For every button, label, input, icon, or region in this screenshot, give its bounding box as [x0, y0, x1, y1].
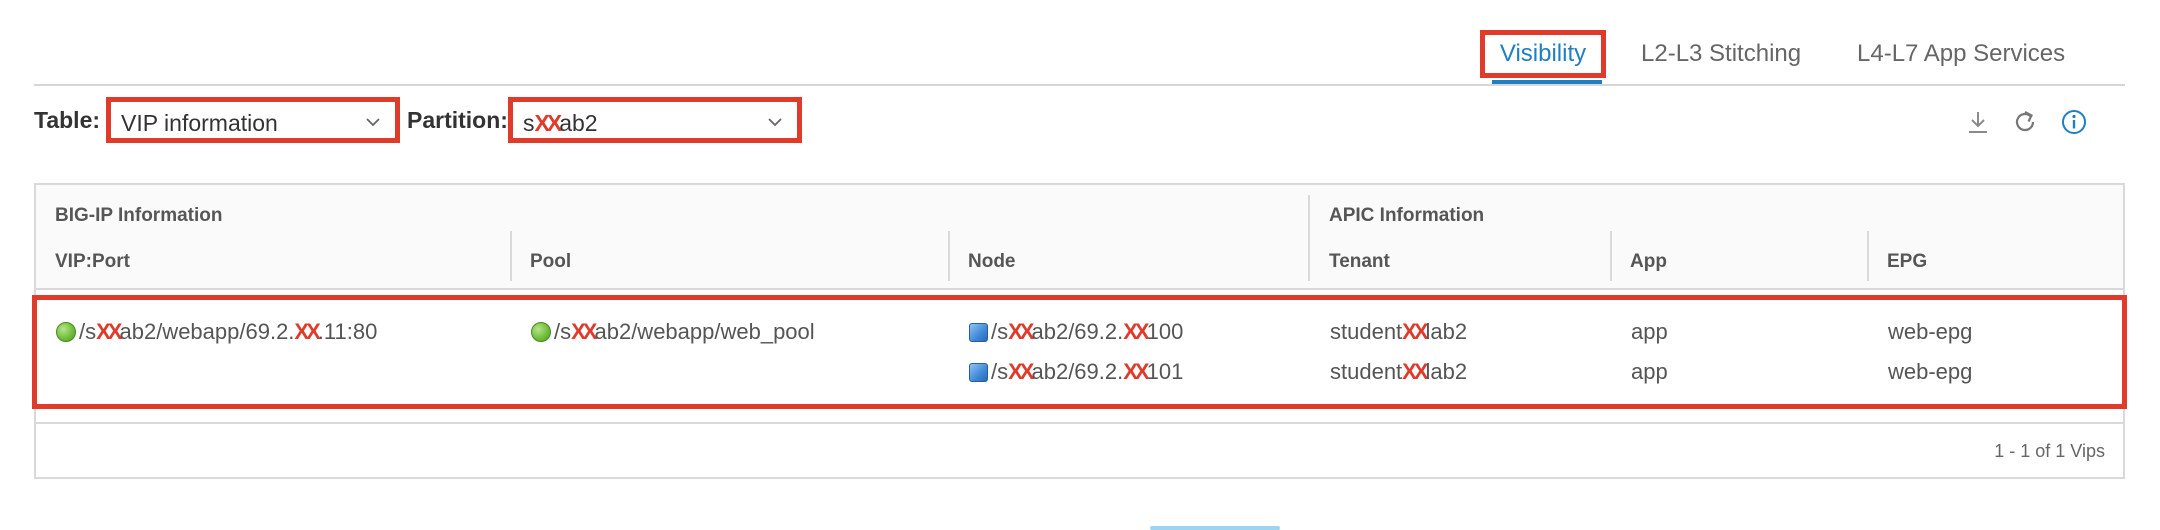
page: Visibility L2-L3 Stitching L4-L7 App Ser… [0, 0, 2160, 530]
column-header-pool[interactable]: Pool [530, 251, 571, 273]
vip-table: BIG-IP Information APIC Information VIP:… [32, 183, 2127, 479]
column-header-epg[interactable]: EPG [1887, 251, 1927, 273]
redaction-mark: XX [1008, 319, 1034, 344]
column-header-node[interactable]: Node [968, 251, 1016, 273]
app-cell: app [1631, 319, 1668, 344]
table-select[interactable]: VIP information [106, 97, 400, 143]
column-header-tenant[interactable]: Tenant [1329, 251, 1390, 273]
refresh-icon[interactable] [2011, 108, 2039, 136]
text-part: student [1330, 319, 1403, 344]
text-part: ab2/webapp/web_pool [594, 319, 815, 344]
status-available-icon [531, 322, 551, 342]
redaction-mark: XX [1402, 319, 1428, 344]
text-part: ab2 [559, 110, 598, 136]
text-part: ab2/webapp/69.2. [119, 319, 295, 344]
chevron-down-icon [366, 118, 380, 127]
column-resize-handle[interactable] [948, 231, 950, 281]
app-cell: app [1631, 359, 1668, 384]
table-label: Table: [34, 107, 101, 133]
pagination-summary: 1 - 1 of 1 Vips [1994, 441, 2105, 461]
table-select-value: VIP information [121, 110, 278, 136]
table-row[interactable]: /s XX ab2/webapp/69.2. XX .11:80 /s XX ab2/web… [32, 295, 2127, 409]
group-header-big-ip: BIG-IP Information [55, 205, 223, 226]
text-part: /s [991, 319, 1009, 344]
footer-divider [36, 422, 2123, 424]
text-part: lab2 [1425, 319, 1468, 344]
node-icon [969, 362, 988, 382]
vip-cell: /s XX ab2/webapp/69.2. XX .11:80 [56, 319, 377, 345]
text-part: /s [991, 359, 1009, 384]
pool-cell: /s XX ab2/webapp/web_pool [531, 319, 815, 345]
node-cell: /s XX ab2/69.2. XX 101 [969, 359, 1183, 385]
tab-visibility[interactable]: Visibility [1480, 30, 1606, 78]
tab-divider [34, 84, 2125, 86]
redaction-mark: XX [534, 110, 563, 136]
partition-select[interactable]: sXXab2 [508, 97, 802, 143]
redaction-mark: XX [96, 319, 122, 344]
chevron-down-icon [768, 118, 782, 127]
node-cell: /s XX ab2/69.2. XX 100 [969, 319, 1183, 345]
epg-cell: web-epg [1888, 319, 1973, 344]
bottom-indicator [1150, 526, 1280, 530]
column-header-vip-port[interactable]: VIP:Port [55, 251, 130, 273]
partition-label: Partition: [407, 107, 508, 133]
table-header: BIG-IP Information APIC Information VIP:… [36, 185, 2123, 290]
column-resize-handle[interactable] [1867, 231, 1869, 281]
column-resize-handle[interactable] [510, 231, 512, 281]
text-part: student [1330, 359, 1403, 384]
text-part: 101 [1146, 359, 1184, 384]
info-icon[interactable] [2060, 108, 2088, 136]
tab-l2-l3-stitching[interactable]: L2-L3 Stitching [1641, 30, 1801, 68]
column-header-app[interactable]: App [1630, 251, 1667, 273]
text-part: /s [554, 319, 572, 344]
text-part: 100 [1146, 319, 1184, 344]
download-icon[interactable] [1964, 108, 1992, 136]
text-part: s [523, 110, 535, 136]
text-part: ab2/69.2. [1031, 359, 1124, 384]
redaction-mark: XX [1402, 359, 1428, 384]
text-part: ab2/69.2. [1031, 319, 1124, 344]
redaction-mark: XX [1008, 359, 1034, 384]
group-divider [1308, 195, 1310, 281]
text-part: .11:80 [317, 319, 378, 344]
text-part: lab2 [1425, 359, 1468, 384]
tenant-cell: student XX lab2 [1330, 319, 1467, 345]
status-available-icon [56, 322, 76, 342]
partition-select-value: sXXab2 [523, 110, 598, 137]
tab-l4-l7-app-services[interactable]: L4-L7 App Services [1857, 30, 2065, 68]
group-header-apic: APIC Information [1329, 205, 1485, 226]
redaction-mark: XX [1123, 359, 1149, 384]
text-part: /s [79, 319, 97, 344]
tenant-cell: student XX lab2 [1330, 359, 1467, 385]
redaction-mark: XX [1123, 319, 1149, 344]
node-icon [969, 322, 988, 342]
redaction-mark: XX [571, 319, 597, 344]
redaction-mark: XX [294, 319, 320, 344]
epg-cell: web-epg [1888, 359, 1973, 384]
column-resize-handle[interactable] [1610, 231, 1612, 281]
